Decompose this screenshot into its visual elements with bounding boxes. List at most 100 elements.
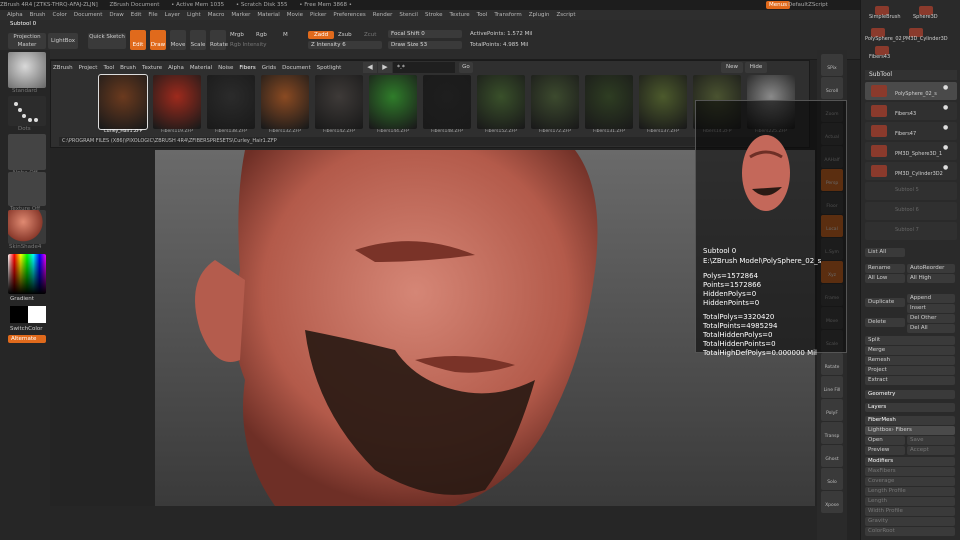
- rename-button[interactable]: Rename: [865, 264, 905, 273]
- menu-preferences[interactable]: Preferences: [333, 12, 365, 18]
- split-button[interactable]: Split: [865, 336, 955, 345]
- tab-fibers[interactable]: Fibers: [239, 65, 255, 71]
- subtool-slot[interactable]: Subtool 6: [865, 202, 957, 220]
- visibility-eye-icon[interactable]: ●: [943, 124, 948, 131]
- project-button[interactable]: Project: [865, 366, 955, 375]
- tab-document[interactable]: Document: [282, 65, 311, 71]
- tab-noise[interactable]: Noise: [218, 65, 233, 71]
- coverage-slider[interactable]: Coverage: [865, 477, 955, 486]
- menu-movie[interactable]: Movie: [287, 12, 303, 18]
- edit-button[interactable]: Edit: [130, 30, 146, 50]
- menu-picker[interactable]: Picker: [310, 12, 326, 18]
- list-all-button[interactable]: List All: [865, 248, 905, 257]
- rgb-button[interactable]: Rgb: [256, 32, 267, 38]
- menu-tool[interactable]: Tool: [477, 12, 488, 18]
- zsub-button[interactable]: Zsub: [338, 32, 352, 38]
- color-picker[interactable]: [8, 254, 46, 294]
- preview-button[interactable]: Preview: [865, 446, 905, 455]
- layers-header[interactable]: Layers: [865, 403, 955, 412]
- menu-material[interactable]: Material: [257, 12, 279, 18]
- subtool-slot[interactable]: PM3D_Cylinder3D2 ●: [865, 162, 957, 180]
- menu-edit[interactable]: Edit: [131, 12, 142, 18]
- insert-button[interactable]: Insert: [907, 304, 955, 313]
- rotate-button[interactable]: Rotate: [210, 30, 228, 50]
- draw-size-slider[interactable]: Draw Size 53: [388, 41, 462, 49]
- tab-alpha[interactable]: Alpha: [168, 65, 184, 71]
- tab-spotlight[interactable]: Spotlight: [317, 65, 342, 71]
- menu-transform[interactable]: Transform: [494, 12, 521, 18]
- texture-selector[interactable]: [8, 172, 46, 206]
- menu-color[interactable]: Color: [53, 12, 67, 18]
- menu-file[interactable]: File: [148, 12, 157, 18]
- del-all-button[interactable]: Del All: [907, 324, 955, 333]
- subtool-slot[interactable]: PM3D_Sphere3D_1 ●: [865, 142, 957, 160]
- menu-render[interactable]: Render: [373, 12, 393, 18]
- solo-button[interactable]: Solo: [821, 468, 843, 490]
- tab-project[interactable]: Project: [79, 65, 98, 71]
- primary-color-swatch[interactable]: [28, 306, 46, 323]
- menu-draw[interactable]: Draw: [109, 12, 123, 18]
- menu-brush[interactable]: Brush: [30, 12, 46, 18]
- fiber-preset-thumbnail[interactable]: [369, 75, 417, 129]
- menu-document[interactable]: Document: [74, 12, 103, 18]
- focal-shift-slider[interactable]: Focal Shift 0: [388, 30, 462, 38]
- zcut-button[interactable]: Zcut: [364, 32, 376, 38]
- scale-button[interactable]: Scale: [190, 30, 206, 50]
- hide-button[interactable]: Hide: [745, 62, 767, 73]
- tool-label[interactable]: PolySphere_02_: [865, 36, 904, 42]
- merge-button[interactable]: Merge: [865, 346, 955, 355]
- subtool-slot[interactable]: Subtool 7: [865, 222, 957, 240]
- tool-label[interactable]: Fibers43: [869, 54, 890, 60]
- fiber-preset-thumbnail[interactable]: [315, 75, 363, 129]
- menu-marker[interactable]: Marker: [231, 12, 250, 18]
- scroll-button[interactable]: Scroll: [821, 77, 843, 99]
- append-button[interactable]: Append: [907, 294, 955, 303]
- remesh-button[interactable]: Remesh: [865, 356, 955, 365]
- geometry-header[interactable]: Geometry: [865, 390, 955, 399]
- all-low-button[interactable]: All Low: [865, 274, 905, 283]
- color-root-slider[interactable]: ColorRoot: [865, 527, 955, 536]
- switch-color-button[interactable]: SwitchColor: [10, 326, 43, 332]
- visibility-eye-icon[interactable]: ●: [943, 164, 948, 171]
- extract-button[interactable]: Extract: [865, 376, 955, 385]
- fiber-preset-thumbnail[interactable]: [477, 75, 525, 129]
- visibility-eye-icon[interactable]: ●: [943, 144, 948, 151]
- open-button[interactable]: Open: [865, 436, 905, 445]
- move-button[interactable]: Move: [170, 30, 186, 50]
- fiber-preset-thumbnail[interactable]: [207, 75, 255, 129]
- max-fibers-slider[interactable]: MaxFibers: [865, 467, 955, 476]
- menu-stroke[interactable]: Stroke: [425, 12, 443, 18]
- spix-button[interactable]: SPix: [821, 54, 843, 76]
- ghost-button[interactable]: Ghost: [821, 445, 843, 467]
- accept-button[interactable]: Accept: [907, 446, 955, 455]
- menus-button[interactable]: Menus: [766, 1, 790, 9]
- fiber-preset-thumbnail[interactable]: [153, 75, 201, 129]
- alpha-selector[interactable]: [8, 134, 46, 170]
- tool-label[interactable]: SimpleBrush: [869, 14, 901, 20]
- prev-arrow-icon[interactable]: ◀: [363, 62, 377, 73]
- fiber-preset-thumbnail[interactable]: [531, 75, 579, 129]
- tab-grids[interactable]: Grids: [262, 65, 276, 71]
- fiber-preset-thumbnail[interactable]: [639, 75, 687, 129]
- lightbox-fibers-button[interactable]: Lightbox› Fibers: [865, 426, 955, 435]
- m-button[interactable]: M: [283, 32, 288, 38]
- alternate-button[interactable]: Alternate: [8, 335, 46, 343]
- tool-label[interactable]: Sphere3D: [913, 14, 938, 20]
- gradient-label[interactable]: Gradient: [10, 296, 34, 302]
- tab-material[interactable]: Material: [190, 65, 212, 71]
- stroke-selector[interactable]: [8, 96, 46, 126]
- menu-layer[interactable]: Layer: [165, 12, 180, 18]
- visibility-eye-icon[interactable]: ●: [943, 104, 948, 111]
- projection-master-button[interactable]: Projection Master: [8, 33, 46, 49]
- fiber-preset-thumbnail[interactable]: [98, 74, 148, 130]
- zscript-label[interactable]: DefaultZScript: [788, 0, 828, 10]
- subtool-slot[interactable]: Fibers43 ●: [865, 102, 957, 120]
- duplicate-button[interactable]: Duplicate: [865, 298, 905, 307]
- save-button[interactable]: Save: [907, 436, 955, 445]
- tab-brush[interactable]: Brush: [120, 65, 136, 71]
- menu-texture[interactable]: Texture: [450, 12, 470, 18]
- secondary-color-swatch[interactable]: [10, 306, 28, 323]
- delete-button[interactable]: Delete: [865, 318, 905, 327]
- menu-zplugin[interactable]: Zplugin: [529, 12, 550, 18]
- length-slider[interactable]: Length: [865, 497, 955, 506]
